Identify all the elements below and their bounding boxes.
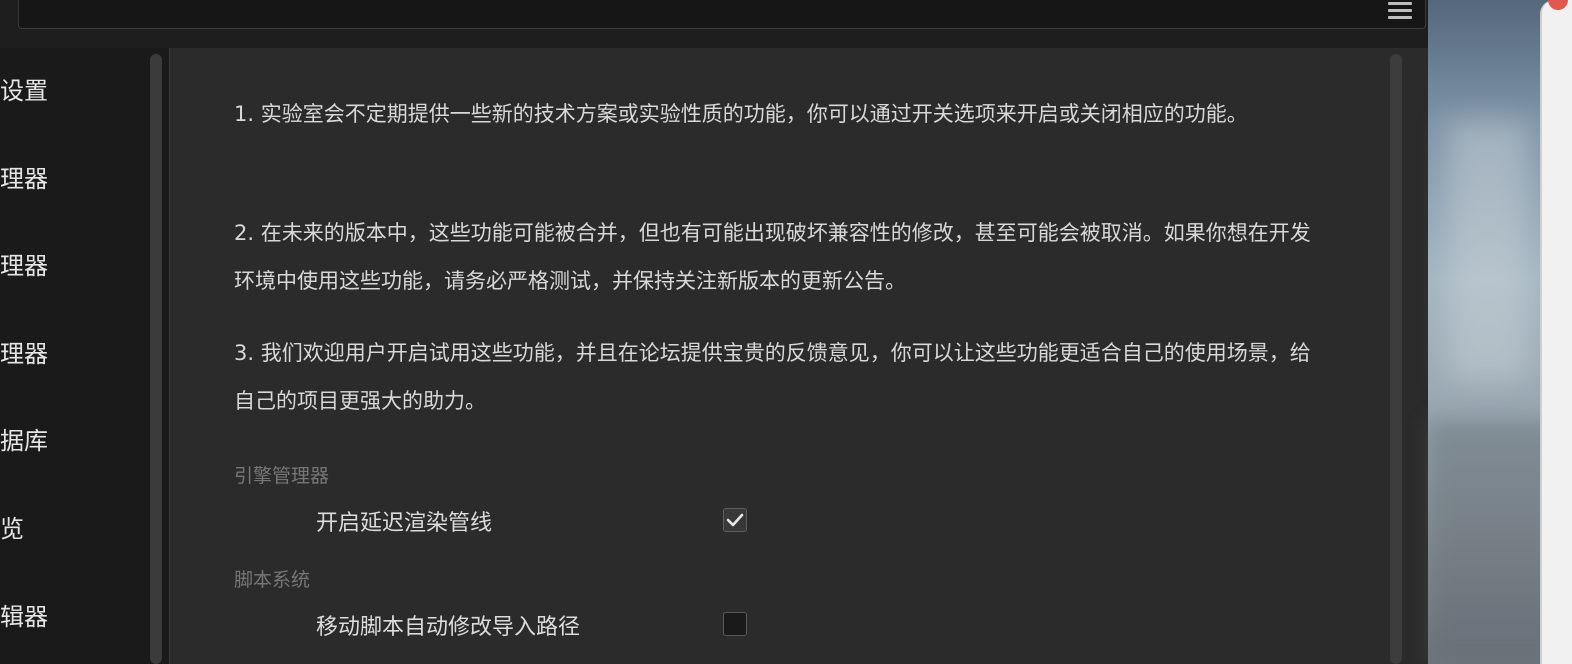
toolbar-field [18, 0, 1426, 29]
deferred-pipeline-checkbox[interactable] [723, 508, 747, 532]
sidebar-item-preview[interactable]: 览 [0, 509, 24, 549]
top-toolbar [0, 0, 1428, 48]
option-label-deferred-pipeline: 开启延迟渲染管线 [316, 511, 493, 536]
adjacent-window-edge [1540, 0, 1572, 664]
window-close-dot-icon [1548, 0, 1568, 10]
sidebar-scrollbar[interactable] [150, 54, 162, 664]
main-scrollbar[interactable] [1390, 54, 1402, 664]
laboratory-panel: 1. 实验室会不定期提供一些新的技术方案或实验性质的功能，你可以通过开关选项来开… [172, 48, 1424, 664]
auto-update-import-paths-checkbox[interactable] [723, 612, 747, 636]
sidebar-item-settings[interactable]: 设置 [0, 71, 48, 111]
sidebar-item-editor[interactable]: 编辑器 [0, 597, 48, 637]
sidebar-item-manager-2[interactable]: 管理器 [0, 246, 48, 286]
sidebar: 设置 管理器 管理器 管理器 数据库 览 编辑器 [0, 48, 170, 664]
section-title-engine-manager: 引擎管理器 [234, 465, 330, 487]
hamburger-menu-icon[interactable] [1388, 2, 1412, 22]
intro-paragraph-2: 2. 在未来的版本中，这些功能可能被合并，但也有可能出现破坏兼容性的修改，甚至可… [234, 221, 1311, 293]
section-title-script-system: 脚本系统 [234, 569, 311, 591]
intro-paragraph-1: 1. 实验室会不定期提供一些新的技术方案或实验性质的功能，你可以通过开关选项来开… [234, 102, 1248, 126]
intro-paragraph-3: 3. 我们欢迎用户开启试用这些功能，并且在论坛提供宝贵的反馈意见，你可以让这些功… [234, 341, 1311, 413]
sidebar-item-manager-1[interactable]: 管理器 [0, 159, 48, 199]
checkmark-icon [726, 513, 744, 527]
sidebar-item-manager-3[interactable]: 管理器 [0, 334, 48, 374]
sidebar-item-database[interactable]: 数据库 [0, 421, 48, 461]
option-label-auto-update-import-paths: 移动脚本自动修改导入路径 [316, 615, 581, 640]
